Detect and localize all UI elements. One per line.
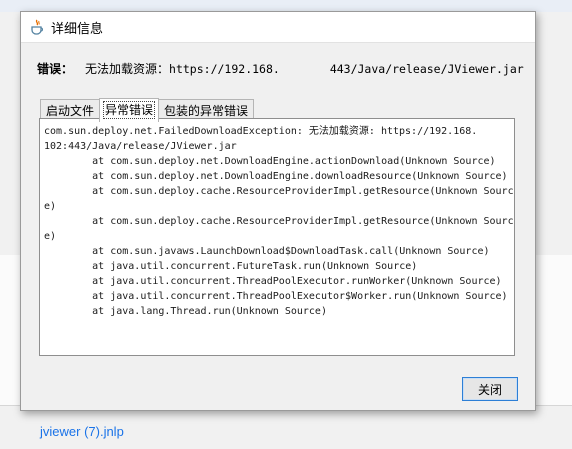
tab-label: 启动文件 — [46, 104, 95, 118]
close-button[interactable]: 关闭 — [462, 377, 518, 401]
stack-line: at com.sun.deploy.net.DownloadEngine.act… — [44, 156, 496, 167]
stack-line: e) — [44, 201, 57, 212]
tab-label: 包装的异常错误 — [164, 104, 249, 118]
dialog-title: 详细信息 — [51, 21, 104, 37]
java-icon — [29, 19, 45, 35]
stack-line: 102:443/Java/release/JViewer.jar — [44, 141, 237, 152]
stack-line: com.sun.deploy.net.FailedDownloadExcepti… — [44, 126, 478, 137]
stack-line: at com.sun.deploy.net.DownloadEngine.dow… — [44, 171, 508, 182]
download-link-jnlp[interactable]: jviewer (7).jnlp — [40, 424, 124, 439]
error-message: 无法加载资源： — [85, 62, 170, 76]
tab-exception[interactable]: 异常错误 — [99, 98, 160, 122]
stack-line: at java.util.concurrent.ThreadPoolExecut… — [44, 276, 502, 287]
stack-line: e) — [44, 231, 57, 242]
redacted-region — [279, 61, 330, 76]
error-url-end: 443/Java/release/JViewer.jar — [329, 61, 524, 76]
tab-label: 异常错误 — [103, 101, 156, 119]
error-url-start: https://192.168. — [169, 61, 280, 76]
details-dialog: 详细信息 错误： 无法加载资源： https://192.168. 443/Ja… — [20, 11, 536, 411]
stack-line: at java.util.concurrent.ThreadPoolExecut… — [44, 291, 508, 302]
dialog-titlebar: 详细信息 — [21, 12, 535, 43]
stack-line: at java.lang.Thread.run(Unknown Source) — [44, 306, 327, 317]
stack-line: at com.sun.deploy.cache.ResourceProvider… — [44, 186, 514, 197]
stack-line: at java.util.concurrent.FutureTask.run(U… — [44, 261, 418, 272]
error-summary: 错误： 无法加载资源： https://192.168. 443/Java/re… — [37, 60, 524, 77]
stack-line: at com.sun.deploy.cache.ResourceProvider… — [44, 216, 514, 227]
stack-line: at com.sun.javaws.LaunchDownload$Downloa… — [44, 246, 490, 257]
stack-trace-text: com.sun.deploy.net.FailedDownloadExcepti… — [40, 119, 514, 319]
error-label: 错误： — [37, 62, 74, 76]
stack-trace-area[interactable]: com.sun.deploy.net.FailedDownloadExcepti… — [39, 118, 515, 356]
